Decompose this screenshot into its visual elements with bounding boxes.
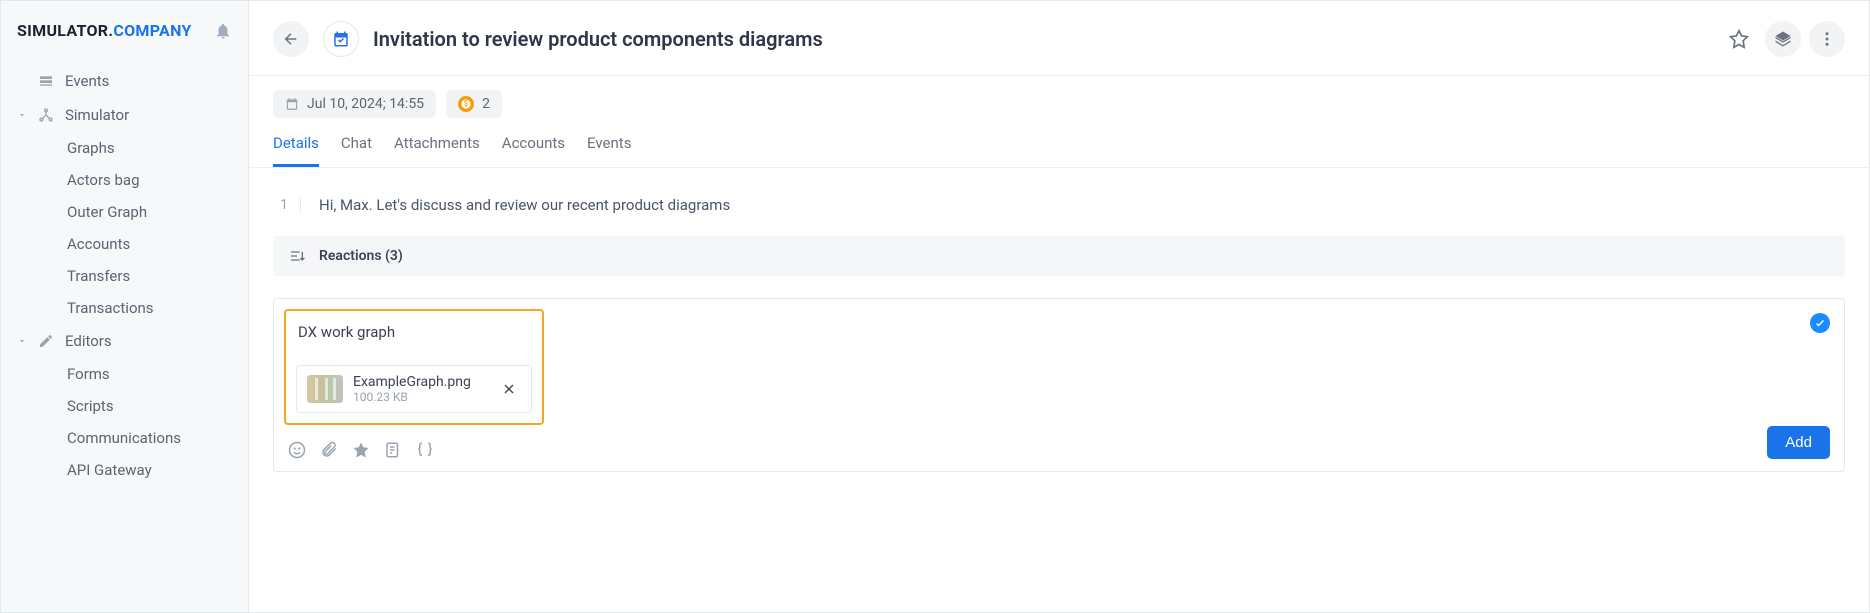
- attachment-size: 100.23 KB: [353, 390, 487, 404]
- code-braces-icon[interactable]: [416, 441, 434, 459]
- page-title: Invitation to review product components …: [373, 27, 1707, 51]
- logo[interactable]: SIMULATOR.COMPANY: [17, 21, 192, 40]
- nav-label: Forms: [67, 365, 110, 383]
- date-text: Jul 10, 2024; 14:55: [307, 96, 424, 112]
- nav-label: Graphs: [67, 139, 115, 157]
- note-icon[interactable]: [384, 441, 402, 459]
- events-icon: [37, 73, 55, 89]
- compose-toolbar: [274, 435, 1844, 471]
- nav-label: Actors bag: [67, 171, 140, 189]
- meta-row: Jul 10, 2024; 14:55 2: [249, 76, 1869, 118]
- tab-label: Details: [273, 134, 319, 152]
- description-text: Hi, Max. Let's discuss and review our re…: [319, 196, 730, 214]
- compose-status: [1810, 313, 1830, 333]
- star-icon[interactable]: [352, 441, 370, 459]
- attachment-info: ExampleGraph.png 100.23 KB: [353, 374, 487, 404]
- tab-attachments[interactable]: Attachments: [394, 134, 480, 167]
- logo-part1: SIMULATOR: [17, 21, 108, 40]
- tab-accounts[interactable]: Accounts: [502, 134, 565, 167]
- nav-label: API Gateway: [67, 461, 152, 479]
- add-button[interactable]: Add: [1767, 426, 1830, 459]
- bell-icon[interactable]: [214, 22, 232, 40]
- tab-events[interactable]: Events: [587, 134, 631, 167]
- nav-item-transfers[interactable]: Transfers: [1, 260, 248, 292]
- description-row: 1 Hi, Max. Let's discuss and review our …: [273, 188, 1845, 232]
- nav-item-accounts[interactable]: Accounts: [1, 228, 248, 260]
- attachment-remove-button[interactable]: [497, 377, 521, 401]
- nav-item-actors-bag[interactable]: Actors bag: [1, 164, 248, 196]
- reactions-label: Reactions (3): [319, 248, 403, 264]
- tab-chat[interactable]: Chat: [341, 134, 372, 167]
- nav-label: Communications: [67, 429, 181, 447]
- check-icon[interactable]: [1810, 313, 1830, 333]
- tab-label: Chat: [341, 134, 372, 152]
- compose-inner: DX work graph ExampleGraph.png 100.23 KB: [274, 299, 1844, 435]
- compose-area: DX work graph ExampleGraph.png 100.23 KB: [273, 298, 1845, 472]
- nav-group-simulator[interactable]: Simulator: [1, 98, 248, 132]
- nav-item-outer-graph[interactable]: Outer Graph: [1, 196, 248, 228]
- more-button[interactable]: [1809, 21, 1845, 57]
- nav-item-events[interactable]: Events: [1, 64, 248, 98]
- content: 1 Hi, Max. Let's discuss and review our …: [249, 168, 1869, 612]
- compose-box[interactable]: DX work graph ExampleGraph.png 100.23 KB: [284, 309, 544, 425]
- sidebar: SIMULATOR.COMPANY Events Simulator Graph…: [1, 1, 249, 612]
- add-button-label: Add: [1785, 434, 1812, 451]
- nav-item-transactions[interactable]: Transactions: [1, 292, 248, 324]
- nav-label-events: Events: [65, 72, 109, 90]
- tab-label: Events: [587, 134, 631, 152]
- nav-item-api-gateway[interactable]: API Gateway: [1, 454, 248, 486]
- layers-button[interactable]: [1765, 21, 1801, 57]
- header: Invitation to review product components …: [249, 1, 1869, 76]
- nav-item-graphs[interactable]: Graphs: [1, 132, 248, 164]
- description-number: 1: [277, 197, 301, 213]
- compose-text[interactable]: DX work graph: [296, 321, 532, 349]
- reactions-bar[interactable]: Reactions (3): [273, 236, 1845, 276]
- nav-item-communications[interactable]: Communications: [1, 422, 248, 454]
- sort-icon: [289, 248, 305, 264]
- nav-label: Scripts: [67, 397, 114, 415]
- logo-row: SIMULATOR.COMPANY: [1, 21, 248, 60]
- calendar-badge-icon: [323, 21, 359, 57]
- nav-label: Transfers: [67, 267, 130, 285]
- star-button[interactable]: [1721, 21, 1757, 57]
- chevron-down-icon: [17, 110, 27, 120]
- attachment-chip: ExampleGraph.png 100.23 KB: [296, 365, 532, 413]
- nav-item-forms[interactable]: Forms: [1, 358, 248, 390]
- nav-label: Outer Graph: [67, 203, 147, 221]
- main-area: Invitation to review product components …: [249, 1, 1869, 612]
- attachment-name: ExampleGraph.png: [353, 374, 487, 390]
- nav-item-scripts[interactable]: Scripts: [1, 390, 248, 422]
- nav-label: Accounts: [67, 235, 130, 253]
- tab-label: Attachments: [394, 134, 480, 152]
- header-actions: [1721, 21, 1845, 57]
- simulator-icon: [37, 107, 55, 123]
- back-button[interactable]: [273, 21, 309, 57]
- chevron-down-icon: [17, 336, 27, 346]
- tab-label: Accounts: [502, 134, 565, 152]
- tabs: Details Chat Attachments Accounts Events: [249, 118, 1869, 168]
- pencil-icon: [37, 333, 55, 349]
- nav-group-label-simulator: Simulator: [65, 106, 129, 124]
- logo-part2: COMPANY: [113, 21, 191, 40]
- coin-count: 2: [482, 96, 490, 112]
- date-chip[interactable]: Jul 10, 2024; 14:55: [273, 90, 436, 118]
- coin-chip[interactable]: 2: [446, 90, 502, 118]
- nav-group-editors[interactable]: Editors: [1, 324, 248, 358]
- nav-label: Transactions: [67, 299, 154, 317]
- nav-group-label-editors: Editors: [65, 332, 112, 350]
- attach-icon[interactable]: [320, 441, 338, 459]
- emoji-icon[interactable]: [288, 441, 306, 459]
- tab-details[interactable]: Details: [273, 134, 319, 167]
- coin-icon: [458, 96, 474, 112]
- nav: Events Simulator Graphs Actors bag Outer…: [1, 60, 248, 490]
- attachment-thumb-icon: [307, 375, 343, 403]
